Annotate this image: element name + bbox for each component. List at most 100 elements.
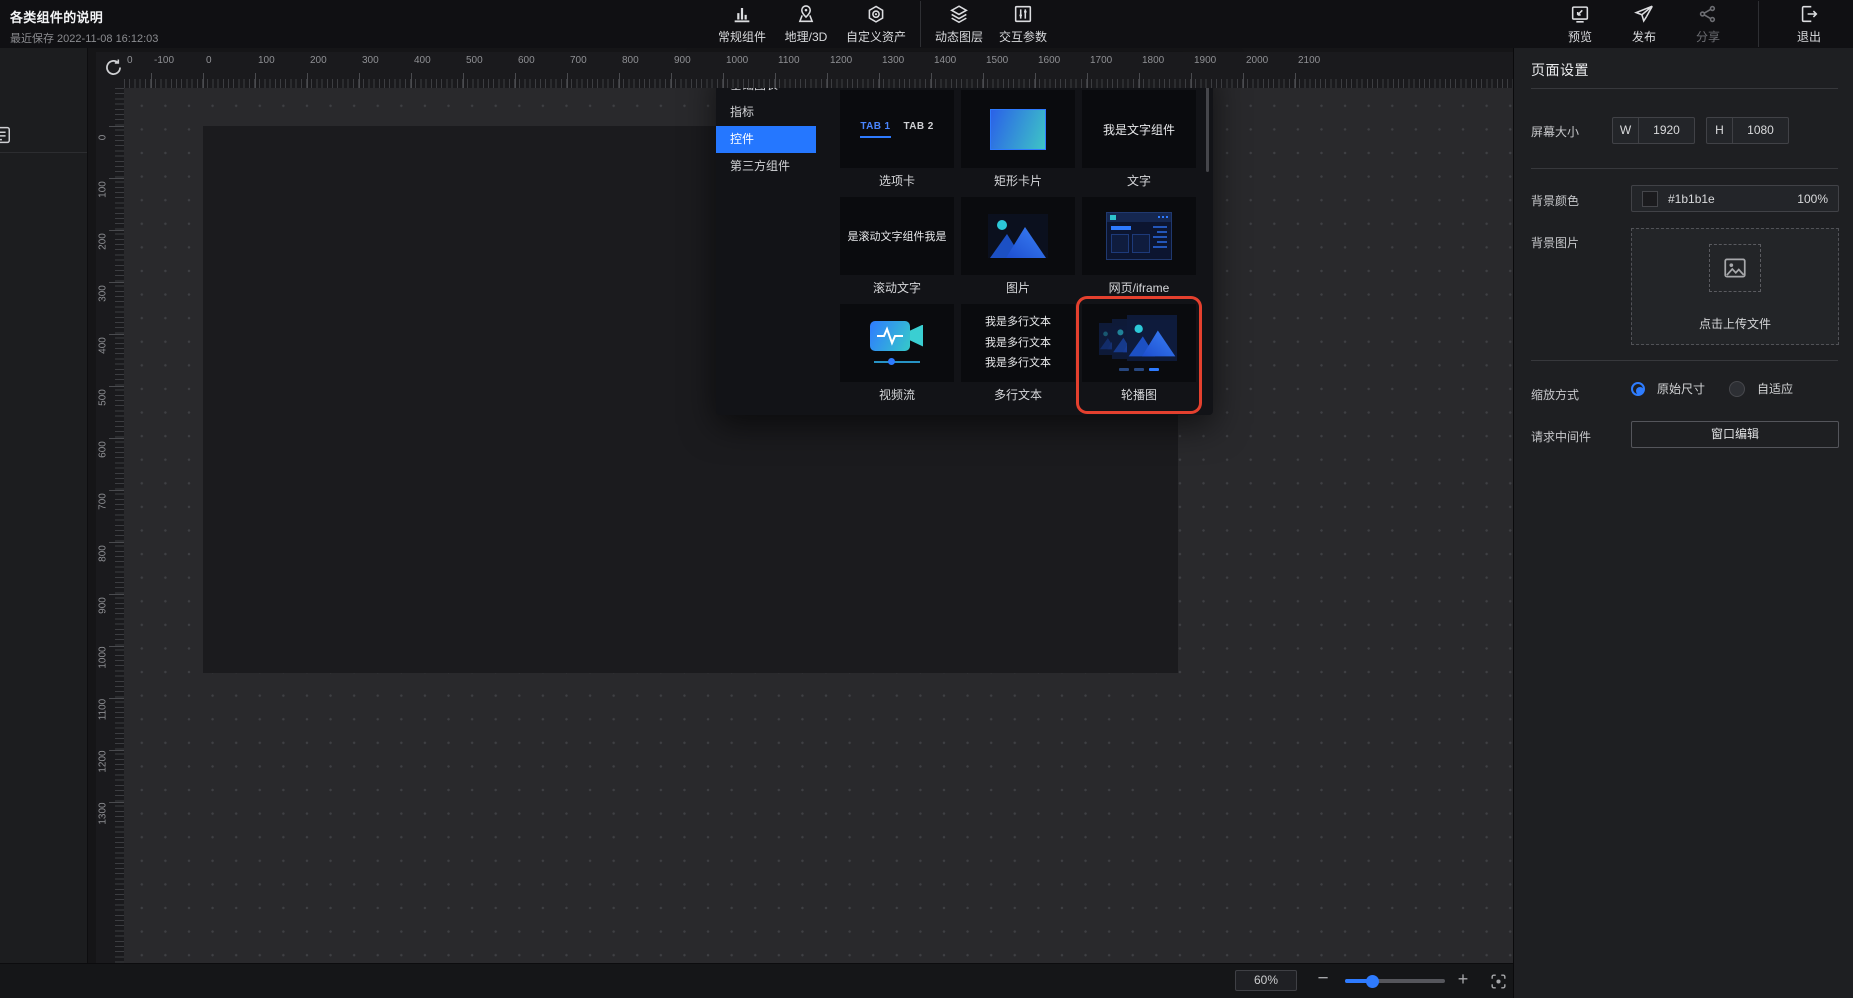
top-actions: 预览发布分享退出	[1560, 0, 1829, 48]
left-panel-collapsed[interactable]	[0, 48, 88, 963]
component-thumbnail	[961, 197, 1075, 275]
h-ruler-tick	[411, 73, 412, 88]
component-tile-2[interactable]: 矩形卡片	[961, 90, 1075, 192]
multiline-thumb: 我是多行文本我是多行文本我是多行文本	[985, 312, 1051, 373]
layers-icon	[935, 3, 983, 25]
height-input[interactable]: H 1080	[1706, 117, 1789, 144]
bg-color-opacity[interactable]: 100%	[1797, 192, 1828, 206]
component-tile-9-highlighted[interactable]: 轮播图	[1079, 299, 1199, 411]
component-label: 图片	[1006, 275, 1030, 299]
refresh-icon[interactable]	[103, 57, 124, 78]
h-ruler-label: 400	[414, 55, 431, 66]
category-item-2[interactable]: 指标	[716, 99, 816, 126]
component-label: 选项卡	[879, 168, 915, 192]
width-input[interactable]: W 1920	[1612, 117, 1695, 144]
h-ruler-label: 900	[674, 55, 691, 66]
scale-option-adaptive[interactable]: 自适应	[1757, 380, 1793, 397]
action-label: 退出	[1789, 28, 1829, 45]
toolbar-item-label: 动态图层	[935, 28, 983, 45]
divider	[1531, 88, 1838, 89]
width-prefix: W	[1613, 118, 1639, 143]
h-ruler-tick	[983, 73, 984, 88]
toolbar-item-4[interactable]: 动态图层	[927, 3, 991, 45]
v-ruler-tick	[109, 438, 124, 439]
v-ruler-tick	[109, 334, 124, 335]
toolbar-item-label: 自定义资产	[846, 28, 906, 45]
component-categories: 基础图表指标控件第三方组件	[716, 72, 816, 180]
action-4[interactable]: 退出	[1789, 3, 1829, 45]
h-ruler-label: 1500	[986, 55, 1008, 66]
zoom-slider[interactable]	[1345, 979, 1445, 983]
color-swatch[interactable]	[1642, 191, 1658, 207]
toolbar-item-1[interactable]: 常规组件	[710, 3, 774, 45]
bg-color-value[interactable]: #1b1b1e	[1668, 192, 1797, 206]
bar-chart-icon	[718, 3, 766, 25]
action-1[interactable]: 预览	[1560, 3, 1600, 45]
component-tile-3[interactable]: 我是文字组件文字	[1082, 90, 1196, 192]
sidebar-line	[1153, 246, 1167, 248]
zoom-out-button[interactable]: −	[1312, 968, 1334, 990]
fit-to-screen-icon[interactable]	[1489, 972, 1508, 991]
zoom-level-input[interactable]: 60%	[1235, 970, 1297, 991]
v-ruler-tick	[109, 490, 124, 491]
sliders-icon	[999, 3, 1047, 25]
h-ruler-label: 2100	[1298, 55, 1320, 66]
h-ruler-tick	[307, 73, 308, 88]
category-item-3[interactable]: 控件	[716, 126, 816, 153]
bg-color-input[interactable]: #1b1b1e 100%	[1631, 185, 1839, 212]
action-2[interactable]: 发布	[1624, 3, 1664, 45]
progress-track	[874, 361, 920, 363]
toolbar-item-label: 常规组件	[718, 28, 766, 45]
sidebar-line	[1153, 226, 1167, 228]
dot	[1158, 216, 1160, 218]
toolbar-item-3[interactable]: 自定义资产	[838, 3, 914, 45]
height-value[interactable]: 1080	[1733, 118, 1788, 143]
video-thumb	[870, 321, 924, 366]
zoom-slider-thumb[interactable]	[1366, 975, 1379, 988]
component-label: 视频流	[879, 382, 915, 406]
text-thumb: 我是文字组件	[1103, 121, 1175, 138]
h-ruler-tick	[619, 73, 620, 88]
h-ruler-tick	[827, 73, 828, 88]
scale-option-original[interactable]: 原始尺寸	[1657, 380, 1705, 397]
h-ruler-tick	[567, 73, 568, 88]
h-ruler-label: 1800	[1142, 55, 1164, 66]
h-ruler-label: 1400	[934, 55, 956, 66]
iframe-header-dots	[1158, 216, 1168, 218]
project-info: 各类组件的说明 最近保存 2022-11-08 16:12:03	[10, 7, 158, 46]
h-ruler-label: 1200	[830, 55, 852, 66]
v-ruler-label: 100	[98, 168, 109, 212]
h-ruler-label: 500	[466, 55, 483, 66]
component-tile-6[interactable]: 网页/iframe	[1082, 197, 1196, 299]
component-tile-8[interactable]: 我是多行文本我是多行文本我是多行文本多行文本	[961, 304, 1075, 406]
component-thumbnail	[840, 304, 954, 382]
component-tile-5[interactable]: 图片	[961, 197, 1075, 299]
radio-unselected-icon[interactable]	[1729, 381, 1745, 397]
toolbar-item-5[interactable]: 交互参数	[991, 3, 1055, 45]
width-value[interactable]: 1920	[1639, 118, 1694, 143]
action-3[interactable]: 分享	[1688, 3, 1728, 45]
toolbar-item-2[interactable]: 地理/3D	[774, 3, 838, 45]
h-ruler-label: 2000	[1246, 55, 1268, 66]
component-tile-4[interactable]: 是滚动文字组件我是滚动文字	[840, 197, 954, 299]
v-ruler-label: 700	[98, 480, 109, 524]
app-root: 各类组件的说明 最近保存 2022-11-08 16:12:03 常规组件地理/…	[0, 0, 1853, 998]
iframe-title-bar	[1111, 226, 1131, 230]
zoom-in-button[interactable]: +	[1452, 969, 1474, 990]
component-tile-7[interactable]: 视频流	[840, 304, 954, 406]
v-ruler-tick	[109, 646, 124, 647]
v-ruler-tick	[109, 750, 124, 751]
layer-list-icon[interactable]	[0, 124, 12, 146]
component-tile-1[interactable]: TAB 1TAB 2选项卡	[840, 90, 954, 192]
v-ruler-label: 900	[98, 584, 109, 628]
hexagon-icon	[846, 3, 906, 25]
h-ruler-tick	[879, 73, 880, 88]
v-ruler-label: 1300	[98, 792, 109, 836]
radio-selected-icon[interactable]	[1631, 382, 1645, 396]
last-saved-text: 最近保存 2022-11-08 16:12:03	[10, 30, 158, 46]
window-edit-button[interactable]: 窗口编辑	[1631, 421, 1839, 448]
category-item-4[interactable]: 第三方组件	[716, 153, 816, 180]
h-ruler-tick	[1087, 73, 1088, 88]
h-ruler-tick	[775, 73, 776, 88]
bg-image-upload[interactable]: 点击上传文件	[1631, 228, 1839, 345]
